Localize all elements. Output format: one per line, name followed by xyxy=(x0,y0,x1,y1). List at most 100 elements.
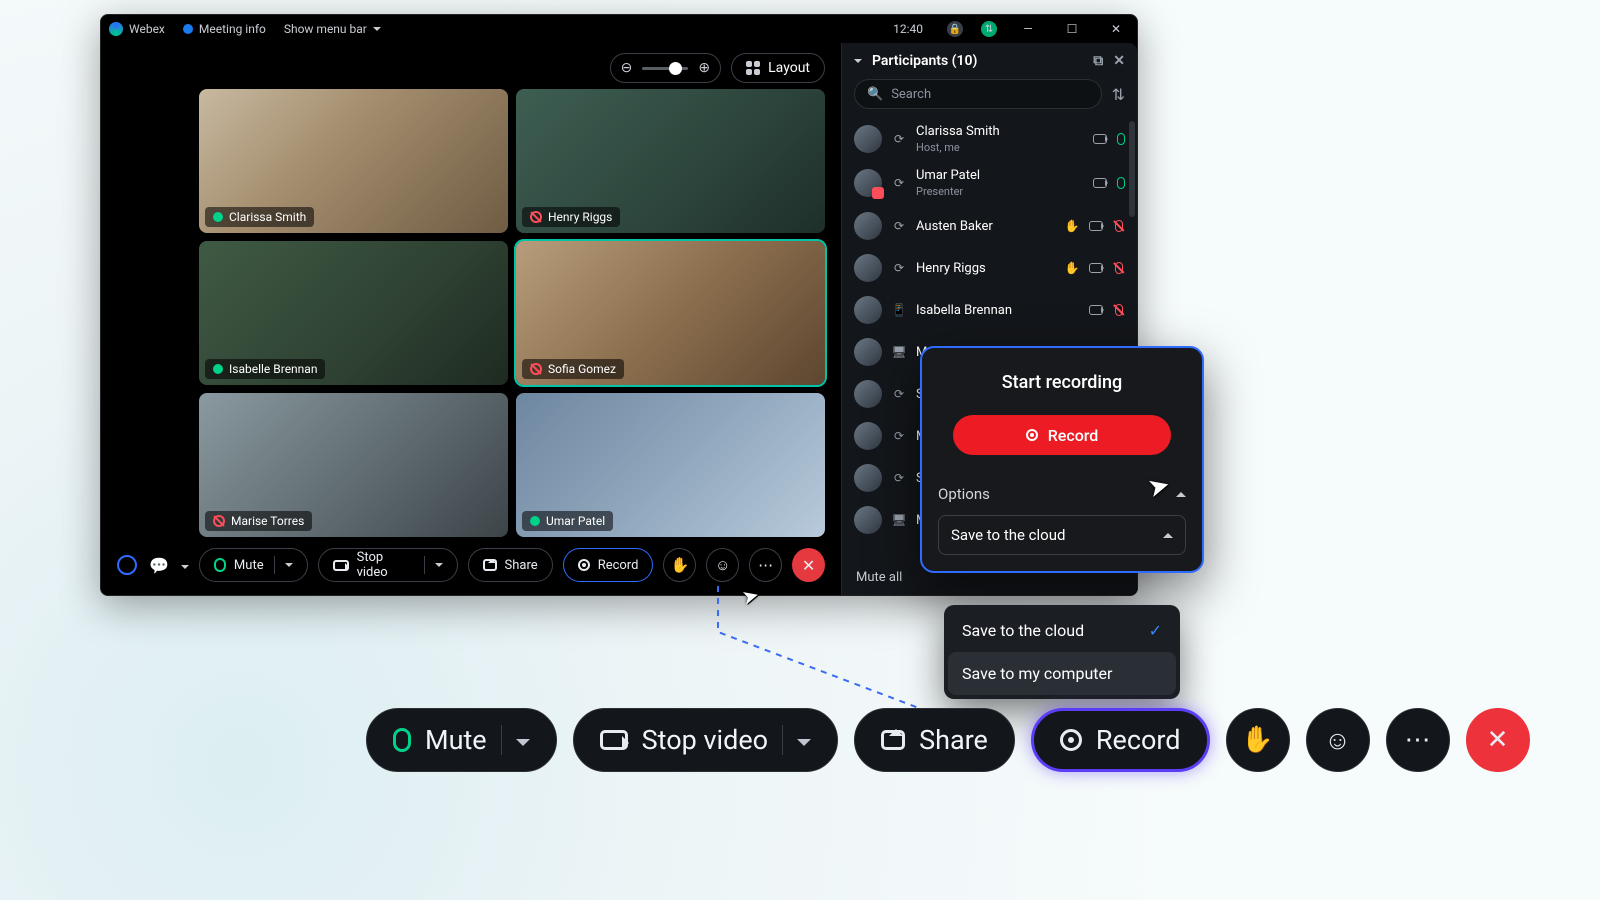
camera-icon xyxy=(1093,178,1107,188)
camera-icon xyxy=(1089,263,1103,273)
participant-search-input[interactable]: 🔍 Search xyxy=(854,79,1102,109)
grid-icon xyxy=(746,61,760,75)
sync-icon: ⟳ xyxy=(892,132,906,146)
big-share-button[interactable]: Share xyxy=(854,708,1015,772)
participant-row[interactable]: ⟳ Henry Riggs ✋ xyxy=(842,247,1137,289)
layout-button[interactable]: Layout xyxy=(731,53,825,83)
participant-name: Henry Riggs xyxy=(916,261,1055,276)
video-tile[interactable]: Marise Torres xyxy=(199,393,508,537)
stop-video-button[interactable]: Stop video xyxy=(318,548,458,582)
zoom-in-icon[interactable]: ⊕ xyxy=(698,60,710,76)
participant-row[interactable]: 📱 Isabella Brennan xyxy=(842,289,1137,331)
check-icon: ✓ xyxy=(1149,621,1162,640)
participant-row[interactable]: ⟳ Austen Baker ✋ xyxy=(842,205,1137,247)
camera-icon xyxy=(1089,221,1103,231)
participant-role: Host, me xyxy=(916,141,1083,154)
record-button[interactable]: Record xyxy=(563,548,654,582)
save-to-computer-option[interactable]: Save to my computer xyxy=(948,652,1176,695)
record-icon xyxy=(1026,429,1038,441)
zoom-out-icon[interactable]: ⊖ xyxy=(621,60,633,76)
big-mute-button[interactable]: Mute xyxy=(366,708,557,772)
title-bar: Webex Meeting info Show menu bar 12:40 🔒… xyxy=(101,15,1137,43)
mic-off-icon xyxy=(1113,304,1125,316)
options-label: Options xyxy=(938,485,990,503)
big-more-options-button[interactable]: ⋯ xyxy=(1386,708,1450,772)
option-label: Save to the cloud xyxy=(962,621,1084,640)
raise-hand-button[interactable]: ✋ xyxy=(663,548,696,582)
device-desktop-icon: 🖥 xyxy=(892,345,906,359)
mic-off-icon xyxy=(1113,262,1125,274)
video-tile[interactable]: Sofia Gomez xyxy=(516,241,825,385)
meeting-info-label: Meeting info xyxy=(199,22,266,36)
big-reactions-button[interactable]: ☺ xyxy=(1306,708,1370,772)
sync-icon: ⟳ xyxy=(892,429,906,443)
avatar xyxy=(854,422,882,450)
video-tile[interactable]: Isabelle Brennan xyxy=(199,241,508,385)
chevron-down-icon[interactable] xyxy=(181,556,189,575)
scrollbar[interactable] xyxy=(1129,121,1135,217)
reactions-button[interactable]: ☺ xyxy=(706,548,739,582)
big-end-meeting-button[interactable]: ✕ xyxy=(1466,708,1530,772)
more-options-button[interactable]: ⋯ xyxy=(749,548,782,582)
video-tile[interactable]: Henry Riggs xyxy=(516,89,825,233)
mic-on-icon xyxy=(530,516,540,526)
participant-row[interactable]: ⟳ Clarissa Smith Host, me xyxy=(842,117,1137,161)
app-brand: Webex xyxy=(109,22,165,36)
video-tile[interactable]: Umar Patel xyxy=(516,393,825,537)
save-location-select[interactable]: Save to the cloud xyxy=(938,515,1186,555)
window-close-button[interactable]: ✕ xyxy=(1103,22,1129,36)
chevron-down-icon[interactable] xyxy=(435,558,443,573)
chevron-up-icon xyxy=(1176,485,1186,503)
close-panel-icon[interactable]: ✕ xyxy=(1113,53,1125,69)
start-record-button[interactable]: Record xyxy=(953,415,1171,455)
collapse-icon[interactable] xyxy=(854,53,862,69)
camera-icon xyxy=(333,560,349,571)
camera-icon xyxy=(1093,134,1107,144)
avatar xyxy=(854,212,882,240)
end-meeting-button[interactable]: ✕ xyxy=(792,548,825,582)
big-raise-hand-button[interactable]: ✋ xyxy=(1226,708,1290,772)
zoom-slider[interactable] xyxy=(642,67,688,70)
avatar xyxy=(854,254,882,282)
popover-title: Start recording xyxy=(938,372,1186,393)
video-tile[interactable]: Clarissa Smith xyxy=(199,89,508,233)
raised-hand-icon: ✋ xyxy=(1065,261,1079,275)
record-button-label: Record xyxy=(1048,426,1099,445)
record-label: Record xyxy=(598,558,639,573)
mic-on-icon xyxy=(213,212,223,222)
chevron-up-icon xyxy=(1163,526,1173,544)
network-status-icon[interactable]: ⇅ xyxy=(981,21,997,37)
tile-name: Clarissa Smith xyxy=(229,210,306,224)
chevron-down-icon[interactable] xyxy=(797,724,811,756)
security-status-icon[interactable]: 🔒 xyxy=(947,21,963,37)
assistant-icon[interactable] xyxy=(117,555,137,575)
mic-off-icon xyxy=(1113,220,1125,232)
meeting-info-button[interactable]: Meeting info xyxy=(183,22,266,36)
participant-name: Austen Baker xyxy=(916,219,1055,234)
popout-icon[interactable]: ⧉ xyxy=(1093,53,1103,69)
info-icon xyxy=(183,24,193,34)
participant-row[interactable]: ⟳ Umar Patel Presenter xyxy=(842,161,1137,205)
share-button[interactable]: Share xyxy=(468,548,553,582)
save-to-cloud-option[interactable]: Save to the cloud ✓ xyxy=(948,609,1176,652)
share-label: Share xyxy=(505,558,538,573)
chevron-down-icon[interactable] xyxy=(516,724,530,756)
mute-button[interactable]: Mute xyxy=(199,548,308,582)
camera-icon xyxy=(600,730,628,750)
big-stop-video-button[interactable]: Stop video xyxy=(573,708,838,772)
mic-on-icon xyxy=(1117,133,1125,145)
window-maximize-button[interactable]: ☐ xyxy=(1059,22,1085,36)
sync-icon: ⟳ xyxy=(892,387,906,401)
chevron-down-icon[interactable] xyxy=(285,558,293,573)
record-icon xyxy=(578,559,590,571)
chat-icon[interactable]: 💬 xyxy=(149,556,169,575)
show-menu-bar-button[interactable]: Show menu bar xyxy=(284,22,381,36)
avatar xyxy=(854,338,882,366)
chevron-down-icon xyxy=(373,22,381,36)
big-record-button[interactable]: Record xyxy=(1031,708,1210,772)
tile-name: Henry Riggs xyxy=(548,210,612,224)
search-icon: 🔍 xyxy=(867,87,883,102)
window-minimize-button[interactable]: — xyxy=(1015,22,1041,36)
sort-icon[interactable]: ⇅ xyxy=(1112,85,1125,104)
zoom-control[interactable]: ⊖ ⊕ xyxy=(610,53,721,83)
